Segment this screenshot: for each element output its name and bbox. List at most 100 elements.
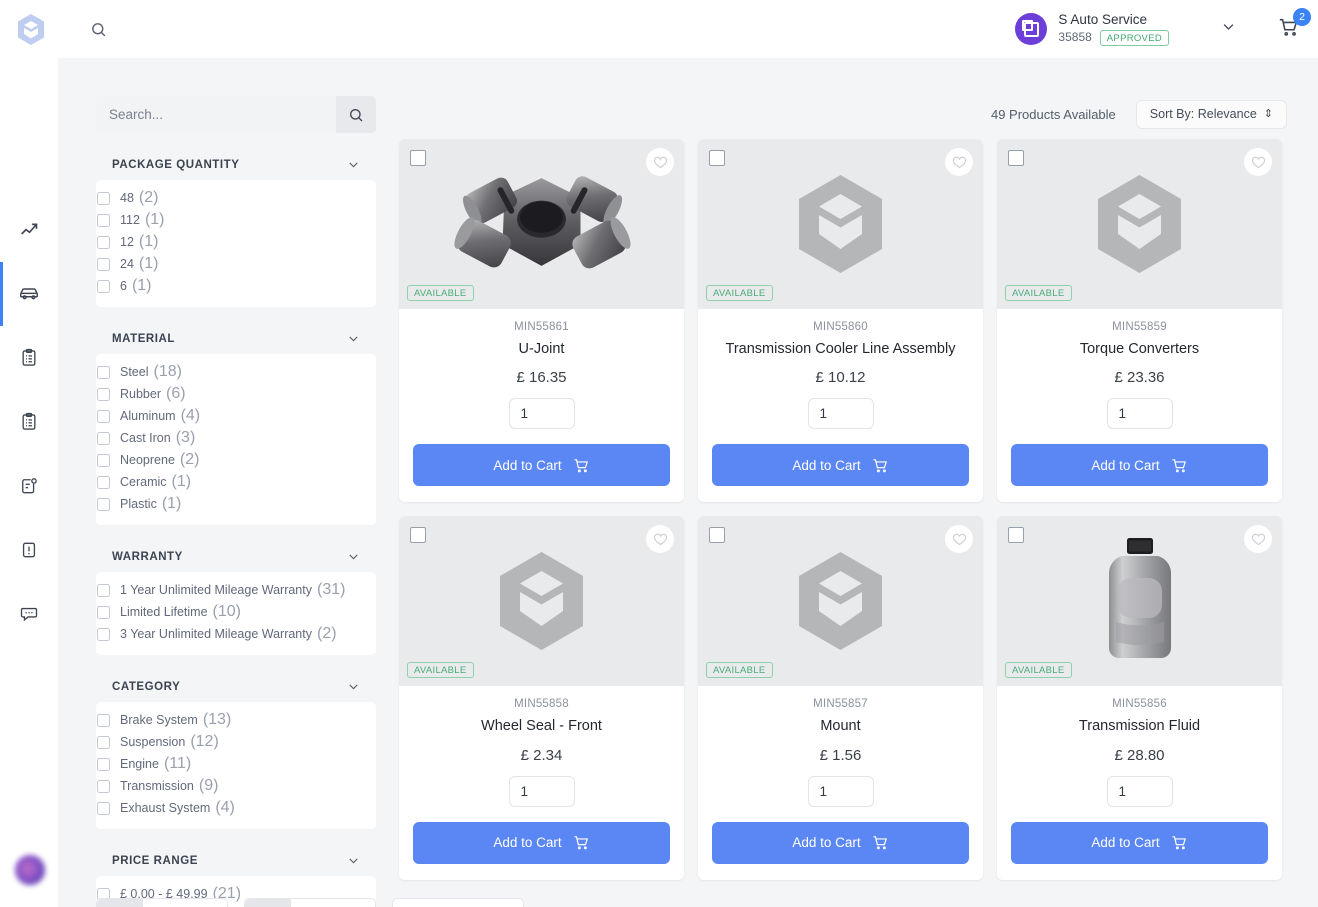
bottom-chip[interactable] xyxy=(96,898,228,907)
filter-option[interactable]: 48 (2) xyxy=(96,187,376,209)
filter-checkbox[interactable] xyxy=(97,713,110,727)
wishlist-button[interactable] xyxy=(945,148,973,176)
product-card[interactable]: AVAILABLE MIN55856 Transmission Fluid £ 28.… xyxy=(997,516,1282,880)
filter-group-header[interactable]: MATERIAL xyxy=(96,323,376,354)
filter-checkbox[interactable] xyxy=(97,779,110,793)
filter-group-header[interactable]: WARRANTY xyxy=(96,541,376,572)
filter-checkbox[interactable] xyxy=(97,801,110,815)
product-card[interactable]: AVAILABLE MIN55861 U-Joint £ 16.35 Add to Ca… xyxy=(399,139,684,503)
quantity-input[interactable] xyxy=(508,775,575,807)
filter-checkbox[interactable] xyxy=(97,627,110,641)
chevron-down-icon xyxy=(1223,24,1234,30)
sidebar-item-orders[interactable] xyxy=(0,326,58,390)
filter-checkbox[interactable] xyxy=(97,409,110,423)
wishlist-button[interactable] xyxy=(646,525,674,554)
filter-option[interactable]: Engine (11) xyxy=(96,753,376,775)
sidebar-item-analytics[interactable] xyxy=(0,198,58,262)
filter-checkbox[interactable] xyxy=(97,191,110,205)
filter-option[interactable]: Rubber (6) xyxy=(96,383,376,405)
filter-option[interactable]: Transmission (9) xyxy=(96,775,376,797)
cart-icon xyxy=(873,459,887,473)
product-select-checkbox[interactable] xyxy=(709,527,725,544)
filter-option[interactable]: 6 (1) xyxy=(96,275,376,297)
product-card[interactable]: AVAILABLE MIN55860 Transmission Cooler Lin… xyxy=(698,139,983,503)
filter-option[interactable]: 12 (1) xyxy=(96,231,376,253)
account-dropdown-toggle[interactable] xyxy=(1221,19,1236,39)
bottom-chip[interactable] xyxy=(244,898,376,907)
global-search-button[interactable] xyxy=(90,21,107,38)
filter-option[interactable]: Suspension (12) xyxy=(96,731,376,753)
search-input[interactable] xyxy=(96,96,336,133)
add-to-cart-button[interactable]: Add to Cart xyxy=(712,444,969,487)
product-select-checkbox[interactable] xyxy=(709,150,725,166)
filter-option[interactable]: Plastic (1) xyxy=(96,493,376,515)
add-to-cart-button[interactable]: Add to Cart xyxy=(1011,444,1268,487)
filter-option[interactable]: Aluminum (4) xyxy=(96,405,376,427)
trending-up-icon xyxy=(20,223,37,235)
filter-option[interactable]: 112 (1) xyxy=(96,209,376,231)
product-card[interactable]: AVAILABLE MIN55857 Mount £ 1.56 Add to Cart xyxy=(698,516,983,880)
filter-option[interactable]: Cast Iron (3) xyxy=(96,427,376,449)
filter-option[interactable]: 3 Year Unlimited Mileage Warranty (2) xyxy=(96,623,376,645)
product-card[interactable]: AVAILABLE MIN55859 Torque Converters £ 23.3… xyxy=(997,139,1282,503)
sidebar-item-parts-catalog[interactable] xyxy=(0,262,58,326)
product-select-checkbox[interactable] xyxy=(410,527,426,544)
filter-checkbox[interactable] xyxy=(97,213,110,227)
filter-checkbox[interactable] xyxy=(97,475,110,489)
add-to-cart-button[interactable]: Add to Cart xyxy=(1011,821,1268,864)
quantity-input[interactable] xyxy=(508,398,575,430)
filter-option[interactable]: Neoprene (2) xyxy=(96,449,376,471)
filter-checkbox[interactable] xyxy=(97,583,110,597)
wishlist-button[interactable] xyxy=(646,148,674,176)
filter-checkbox[interactable] xyxy=(97,235,110,249)
filter-option[interactable]: Ceramic (1) xyxy=(96,471,376,493)
filter-checkbox[interactable] xyxy=(97,453,110,467)
product-price: £ 10.12 xyxy=(815,369,866,387)
filter-option[interactable]: Exhaust System (4) xyxy=(96,797,376,819)
sidebar-item-quotes[interactable] xyxy=(0,390,58,454)
filter-checkbox[interactable] xyxy=(97,431,110,445)
sidebar-item-notifications-list[interactable] xyxy=(0,454,58,518)
sidebar-item-messages[interactable] xyxy=(0,582,58,646)
quantity-input[interactable] xyxy=(807,398,874,430)
filter-group-header[interactable]: CATEGORY xyxy=(96,671,376,702)
quantity-input[interactable] xyxy=(1106,775,1173,807)
filter-checkbox[interactable] xyxy=(97,497,110,511)
filter-option-count: (18) xyxy=(153,363,182,380)
wishlist-button[interactable] xyxy=(945,525,973,554)
filter-checkbox[interactable] xyxy=(97,605,110,619)
cart-button[interactable]: 2 xyxy=(1278,7,1311,43)
product-card[interactable]: AVAILABLE MIN55858 Wheel Seal - Front £ 2.3… xyxy=(399,516,684,880)
filter-checkbox[interactable] xyxy=(97,365,110,379)
sort-by-select[interactable]: Sort By: Relevance ⇕ xyxy=(1135,99,1287,129)
product-select-checkbox[interactable] xyxy=(1008,527,1024,544)
quantity-input[interactable] xyxy=(807,775,874,807)
add-to-cart-button[interactable]: Add to Cart xyxy=(413,821,670,864)
wishlist-button[interactable] xyxy=(1244,148,1272,176)
filter-checkbox[interactable] xyxy=(97,735,110,749)
sidebar-item-alerts[interactable] xyxy=(0,518,58,582)
filter-checkbox[interactable] xyxy=(97,387,110,401)
filter-option[interactable]: Steel (18) xyxy=(96,361,376,383)
cart-icon xyxy=(873,836,887,850)
app-logo[interactable] xyxy=(0,13,62,46)
product-select-checkbox[interactable] xyxy=(1008,150,1024,166)
filter-group-header[interactable]: PACKAGE QUANTITY xyxy=(96,149,376,180)
filter-checkbox[interactable] xyxy=(97,257,110,271)
filter-option[interactable]: Brake System (13) xyxy=(96,709,376,731)
chat-launcher-icon[interactable] xyxy=(15,855,45,885)
add-to-cart-button[interactable]: Add to Cart xyxy=(712,821,969,864)
add-to-cart-button[interactable]: Add to Cart xyxy=(413,444,670,487)
filter-checkbox[interactable] xyxy=(97,279,110,293)
filter-option[interactable]: Limited Lifetime (10) xyxy=(96,601,376,623)
filter-option[interactable]: 24 (1) xyxy=(96,253,376,275)
filter-option[interactable]: 1 Year Unlimited Mileage Warranty (31) xyxy=(96,579,376,601)
quantity-input[interactable] xyxy=(1106,398,1173,430)
filter-search-button[interactable] xyxy=(336,96,376,133)
filter-option-label: 12 xyxy=(120,235,134,249)
product-select-checkbox[interactable] xyxy=(410,150,426,166)
wishlist-button[interactable] xyxy=(1244,525,1272,554)
filter-checkbox[interactable] xyxy=(97,757,110,771)
filter-group-header[interactable]: PRICE RANGE xyxy=(96,845,376,876)
account-menu[interactable]: S Auto Service 35858 APPROVED xyxy=(1015,12,1169,47)
